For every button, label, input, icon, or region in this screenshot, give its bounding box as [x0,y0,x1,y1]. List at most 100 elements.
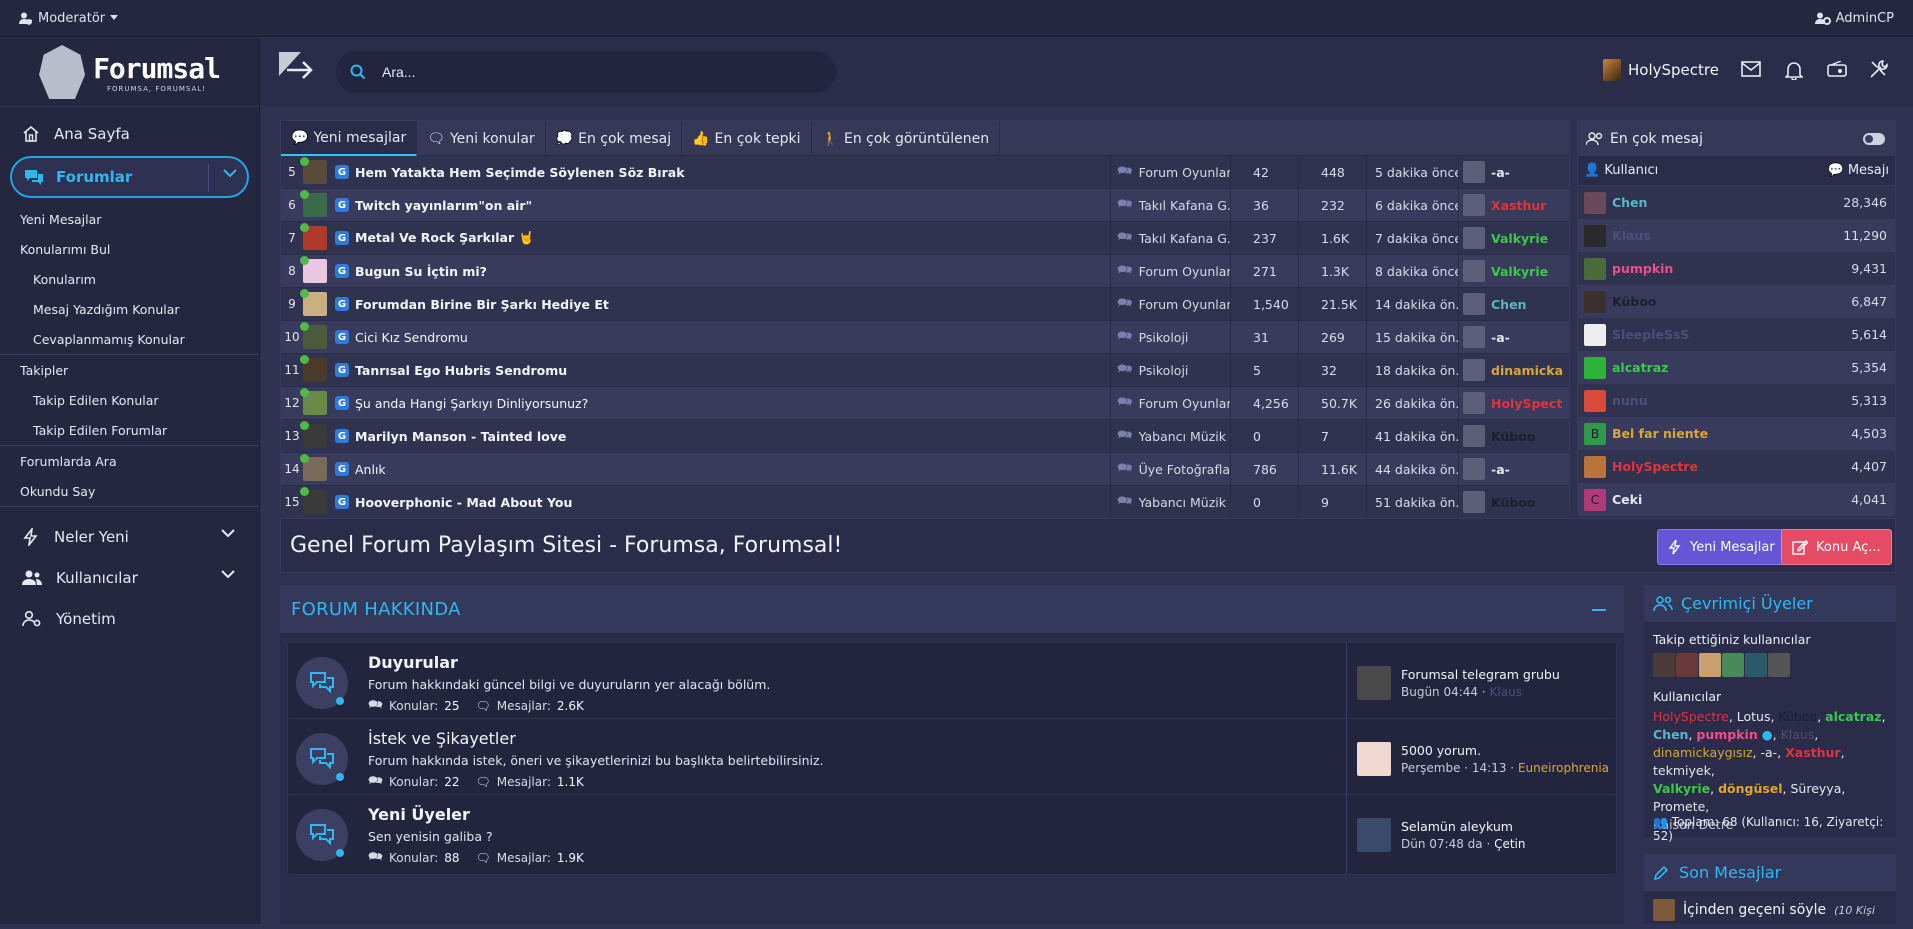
forum-last-post[interactable]: Selamün aleykum Dün 07:48 da · Çetin [1346,795,1526,874]
last-poster[interactable]: HolySpectre [1458,386,1562,420]
nav-watched-forums[interactable]: Takip Edilen Forumlar [0,415,259,445]
nav-forums[interactable]: Forumlar [10,156,249,198]
avatar[interactable] [1722,653,1744,677]
avatar[interactable] [300,157,327,184]
avatar[interactable] [1584,389,1606,412]
avatar[interactable] [1584,290,1606,313]
last-poster[interactable]: Valkyrie [1458,221,1562,255]
chevron-down-icon[interactable] [223,169,237,178]
nav-members[interactable]: Kullanıcılar [0,557,259,598]
table-row[interactable]: 10 G Cici Kız Sendromu 🗪 Psikoloji 31 269… [281,320,1569,354]
last-message-item[interactable]: İçinden geçeni söyle (10 Kişi [1644,891,1896,929]
thread-title[interactable]: Hooverphonic - Mad About You [355,495,1110,510]
thread-forum[interactable]: 🗪 Psikoloji [1110,353,1230,387]
thread-title[interactable]: Forumdan Birine Bir Şarkı Hediye Et [355,297,1110,312]
last-messages-header[interactable]: Son Mesajlar [1644,854,1896,891]
avatar[interactable] [1584,455,1606,478]
poster-name[interactable]: Chen [1612,195,1647,210]
thread-forum[interactable]: 🗪 Yabancı Müzik [1110,419,1230,453]
thread-title[interactable]: Cici Kız Sendromu [355,330,1110,345]
user-link[interactable]: Lotus [1737,709,1771,724]
user-link[interactable]: pumpkin [1696,727,1757,742]
list-item[interactable]: SleepleSsS 5,614 [1578,318,1895,351]
poster-name[interactable]: Ceki [1612,492,1642,507]
forum-last-post[interactable]: 5000 yorum. Perşembe · 14:13 · Euneiroph… [1346,719,1609,798]
forum-last-post[interactable]: Forumsal telegram grubu Bugün 04:44 · Kl… [1346,643,1560,722]
avatar[interactable] [1584,257,1606,280]
list-item[interactable]: nunu 5,313 [1578,384,1895,417]
search-box[interactable] [336,51,836,93]
avatar[interactable] [1676,653,1698,677]
tab-new-posts[interactable]: 💬 Yeni mesajlar [281,121,418,156]
avatar[interactable] [300,322,327,349]
nav-home[interactable]: Ana Sayfa [0,113,259,154]
last-poster[interactable]: Küboo [1458,419,1562,453]
tools-icon[interactable] [1869,59,1889,79]
avatar[interactable] [1357,817,1391,852]
tab-most-viewed[interactable]: 🚶 En çok görüntülenen [812,121,1001,156]
poster-name[interactable]: SleepleSsS [1612,327,1689,342]
envelope-icon[interactable] [1741,61,1761,77]
list-item[interactable]: alcatraz 5,354 [1578,351,1895,384]
last-post-time[interactable]: 14 dakika ön... [1366,287,1458,321]
last-post-title[interactable]: 5000 yorum. [1401,743,1609,758]
bell-icon[interactable] [1785,60,1803,80]
last-poster[interactable]: -a- [1458,320,1562,354]
avatar[interactable] [300,487,327,514]
last-poster[interactable]: dinamickay... [1458,353,1562,387]
sidebar-toggle-icon[interactable] [279,52,315,88]
last-post-time[interactable]: 44 dakika ön... [1366,452,1458,486]
user-link[interactable]: Küboo [1778,709,1817,724]
list-item[interactable]: Chen 28,346 [1578,186,1895,219]
site-logo[interactable]: Forumsal FORUMSA, FORUMSAL! [0,38,259,107]
poster-name[interactable]: Klaus [1612,228,1651,243]
table-row[interactable]: 9 G Forumdan Birine Bir Şarkı Hediye Et … [281,287,1569,321]
user-link[interactable]: döngüsel [1718,781,1782,796]
avatar[interactable] [1745,653,1767,677]
avatar[interactable]: C [1584,488,1606,511]
moderator-menu[interactable]: Moderatör [19,11,119,26]
thread-title[interactable]: Twitch yayınlarım"on air" [355,198,1110,213]
new-posts-button[interactable]: Yeni Mesajlar [1657,529,1786,565]
nav-whats-new[interactable]: Neler Yeni [0,516,259,557]
table-row[interactable]: 15 G Hooverphonic - Mad About You 🗪 Yaban… [281,485,1569,519]
table-row[interactable]: 7 G Metal Ve Rock Şarkılar 🤘 🗪 Takıl Kafa… [281,221,1569,255]
forum-title[interactable]: Duyurular [368,653,458,672]
last-post-user[interactable]: Euneirophrenia [1518,761,1609,775]
poster-name[interactable]: nunu [1612,393,1648,408]
table-row[interactable]: 13 G Marilyn Manson - Tainted love 🗪 Yaba… [281,419,1569,453]
last-post-time[interactable]: 7 dakika önce [1366,221,1458,255]
last-poster[interactable]: Xasthur [1458,188,1562,222]
table-row[interactable]: 5 G Hem Yatakta Hem Seçimde Söylenen Söz… [281,155,1569,189]
avatar[interactable] [1584,356,1606,379]
table-row[interactable]: 6 G Twitch yayınlarım"on air" 🗪 Takıl Kaf… [281,188,1569,222]
list-item[interactable]: pumpkin 9,431 [1578,252,1895,285]
user-link[interactable]: tekmiyek [1653,763,1711,778]
nav-my-threads[interactable]: Konularım [0,264,259,294]
thread-forum[interactable]: 🗪 Psikoloji [1110,320,1230,354]
last-post-title[interactable]: Selamün aleykum [1401,819,1526,834]
nav-admin[interactable]: Yönetim [0,598,259,639]
thread-forum[interactable]: 🗪 Forum Oyunları [1110,254,1230,288]
avatar[interactable] [300,289,327,316]
thread-forum[interactable]: 🗪 Forum Oyunları [1110,287,1230,321]
avatar[interactable] [300,190,327,217]
thread-title[interactable]: Anlık [355,462,1110,477]
avatar[interactable] [1653,653,1675,677]
forum-title[interactable]: Yeni Üyeler [368,805,470,824]
forum-title[interactable]: İstek ve Şikayetler [368,729,516,748]
last-poster[interactable]: -a- [1458,155,1562,189]
list-item[interactable]: Küboo 6,847 [1578,285,1895,318]
poster-name[interactable]: Küboo [1612,294,1657,309]
last-post-time[interactable]: 6 dakika önce [1366,188,1458,222]
nav-find-threads[interactable]: Konularımı Bul [0,234,259,264]
avatar[interactable] [300,223,327,250]
user-menu[interactable]: HolySpectre [1603,59,1719,81]
collapse-icon[interactable] [1592,609,1606,611]
user-link[interactable]: dinamickaygısız [1653,745,1753,760]
user-link[interactable]: Süreyya [1791,781,1842,796]
thread-title[interactable]: Metal Ve Rock Şarkılar 🤘 [355,230,1110,246]
user-link[interactable]: alcatraz [1825,709,1881,724]
avatar[interactable] [300,454,327,481]
nav-search-forums[interactable]: Forumlarda Ara [0,446,259,476]
